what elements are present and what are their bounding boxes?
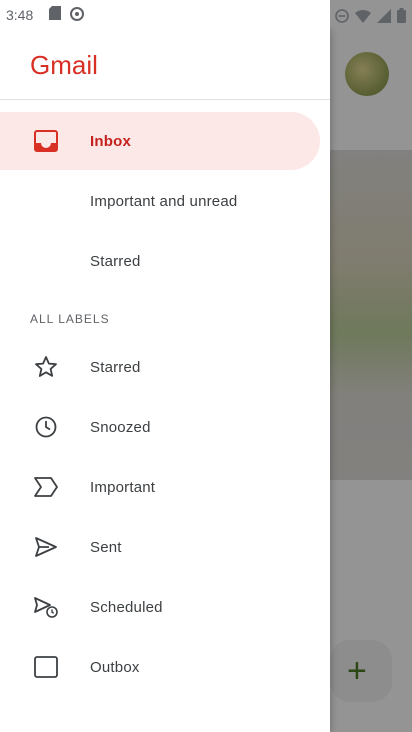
drawer-item-snoozed[interactable]: Snoozed bbox=[0, 398, 320, 456]
wifi-icon bbox=[355, 9, 371, 28]
star-icon bbox=[32, 353, 60, 381]
do-not-disturb-icon bbox=[335, 8, 349, 28]
clock-icon bbox=[32, 413, 60, 441]
drawer-item-label: Important and unread bbox=[90, 192, 238, 210]
drawer-item-scheduled[interactable]: Scheduled bbox=[0, 578, 320, 636]
important-icon bbox=[32, 473, 60, 501]
drawer-item-label: Starred bbox=[90, 252, 141, 270]
signal-icon bbox=[377, 8, 391, 28]
navigation-drawer: Gmail Inbox Important and unread Starred… bbox=[0, 30, 330, 732]
drawer-item-starred[interactable]: Starred bbox=[0, 338, 320, 396]
drawer-item-label: Starred bbox=[90, 358, 141, 376]
drawer-item-label: Important bbox=[90, 478, 156, 496]
drawer-item-label: Sent bbox=[90, 538, 122, 556]
drawer-item-label: Inbox bbox=[90, 132, 131, 150]
drawer-header: Gmail bbox=[0, 30, 330, 100]
status-bar: 3:48 bbox=[0, 0, 330, 30]
drawer-item-label: Scheduled bbox=[90, 598, 163, 616]
drawer-item-inbox[interactable]: Inbox bbox=[0, 112, 320, 170]
status-time: 3:48 bbox=[6, 7, 34, 23]
section-label-all-labels: ALL LABELS bbox=[30, 312, 110, 326]
scheduled-send-icon bbox=[32, 593, 60, 621]
send-icon bbox=[32, 533, 60, 561]
outbox-icon bbox=[32, 653, 60, 681]
drawer-item-outbox[interactable]: Outbox bbox=[0, 638, 320, 696]
drawer-item-label: Outbox bbox=[90, 658, 140, 676]
battery-icon bbox=[397, 8, 406, 28]
drawer-item-label: Snoozed bbox=[90, 418, 151, 436]
drawer-item-important-and-unread[interactable]: Important and unread bbox=[0, 172, 320, 230]
drawer-item-starred-quick[interactable]: Starred bbox=[0, 232, 320, 290]
gmail-logo: Gmail bbox=[30, 50, 98, 80]
inbox-icon bbox=[32, 127, 60, 155]
sd-card-icon bbox=[49, 5, 62, 25]
status-icons bbox=[335, 8, 406, 28]
drawer-item-sent[interactable]: Sent bbox=[0, 518, 320, 576]
drawer-item-important[interactable]: Important bbox=[0, 458, 320, 516]
sync-icon bbox=[69, 6, 85, 25]
